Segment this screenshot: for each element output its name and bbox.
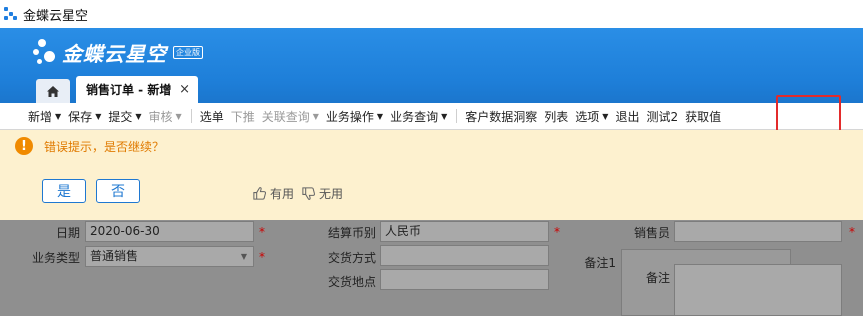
delivery-place-label: 交货地点 bbox=[327, 275, 376, 289]
home-icon bbox=[47, 85, 59, 97]
required-mark: * bbox=[554, 225, 560, 239]
caret-down-icon[interactable]: ▼ bbox=[135, 112, 141, 121]
no-button[interactable]: 否 bbox=[96, 179, 140, 203]
caret-down-icon[interactable]: ▼ bbox=[377, 112, 383, 121]
toolbar: 新增 ▼ 保存 ▼ 提交 ▼ 审核 ▼ 选单 下推 关联查询 ▼ 业务操作 ▼ 业务查询 ▼ 客户数据洞察 列表选… bbox=[0, 103, 863, 130]
tab-sales-order-new[interactable]: 销售订单 - 新增 × bbox=[76, 76, 198, 103]
toolbar-item[interactable]: 审核 ▼ bbox=[149, 103, 182, 130]
thumbs-down-icon bbox=[302, 187, 315, 200]
required-mark: * bbox=[259, 250, 265, 264]
delivery-method-label: 交货方式 bbox=[327, 251, 376, 265]
kingdee-app-icon bbox=[4, 7, 18, 21]
toolbar-item[interactable]: 退出 bbox=[615, 103, 639, 130]
toolbar-item[interactable]: 客户数据洞察 bbox=[465, 103, 537, 130]
brand-logo: 金蝶云星空 企业版 bbox=[32, 34, 203, 70]
biztype-select[interactable]: 普通销售 ▼ bbox=[85, 246, 254, 267]
toolbar-item[interactable]: 选项 ▼ bbox=[575, 103, 608, 130]
toolbar-item-label: 退出 bbox=[615, 109, 640, 124]
toolbar-item-label: 审核 bbox=[148, 109, 173, 124]
toolbar-item[interactable]: 下推 bbox=[231, 103, 255, 130]
biztype-label: 业务类型 bbox=[31, 251, 80, 265]
toolbar-item-label: 选单 bbox=[199, 109, 224, 124]
toolbar-item-label: 客户数据洞察 bbox=[465, 109, 538, 124]
note-textarea[interactable] bbox=[674, 264, 842, 316]
currency-label: 结算币别 bbox=[327, 226, 376, 240]
message-text: 错误提示，是否继续？ bbox=[44, 140, 165, 154]
toolbar-item-label: 业务查询 bbox=[390, 109, 439, 124]
caret-down-icon[interactable]: ▼ bbox=[602, 112, 608, 121]
currency-field[interactable]: 人民币 bbox=[380, 221, 549, 242]
message-panel: ! 错误提示，是否继续？ 是 否 有用 无用 bbox=[0, 130, 863, 220]
note1-label: 备注1 bbox=[584, 256, 616, 270]
toolbar-item-label: 提交 bbox=[108, 109, 133, 124]
tab-home[interactable] bbox=[36, 79, 70, 103]
delivery-place-field[interactable] bbox=[380, 269, 549, 290]
chevron-down-icon: ▼ bbox=[240, 252, 247, 261]
toolbar-item[interactable]: 新增 ▼ bbox=[28, 103, 61, 130]
toolbar-item-label: 保存 bbox=[68, 109, 93, 124]
caret-down-icon[interactable]: ▼ bbox=[95, 112, 101, 121]
form-area: 日期 2020-06-30 * 业务类型 普通销售 ▼ * 结算币别 人民币 *… bbox=[0, 220, 863, 316]
app-header: 金蝶云星空 企业版 销售订单 - 新增 × bbox=[0, 28, 863, 103]
toolbar-item[interactable]: 获取值 bbox=[685, 103, 721, 130]
tab-label: 销售订单 - 新增 bbox=[86, 83, 172, 97]
brand-name: 金蝶云星空 bbox=[62, 41, 167, 66]
tab-strip: 销售订单 - 新增 × bbox=[0, 76, 863, 103]
caret-down-icon[interactable]: ▼ bbox=[176, 112, 182, 121]
toolbar-item[interactable]: 选单 bbox=[200, 103, 224, 130]
delivery-method-field[interactable] bbox=[380, 245, 549, 266]
note-label: 备注 bbox=[645, 271, 670, 285]
toolbar-item[interactable]: 保存 ▼ bbox=[68, 103, 101, 130]
useless-feedback[interactable]: 无用 bbox=[301, 185, 343, 202]
caret-down-icon[interactable]: ▼ bbox=[313, 112, 319, 121]
caret-down-icon[interactable]: ▼ bbox=[441, 112, 447, 121]
toolbar-item[interactable]: 列表 bbox=[544, 103, 568, 130]
date-label: 日期 bbox=[55, 226, 80, 240]
yes-button[interactable]: 是 bbox=[42, 179, 86, 203]
toolbar-item-label: 列表 bbox=[544, 109, 569, 124]
useful-feedback[interactable]: 有用 bbox=[252, 185, 294, 202]
toolbar-item[interactable]: 业务查询 ▼ bbox=[390, 103, 447, 130]
toolbar-item-label: 关联查询 bbox=[261, 109, 310, 124]
toolbar-item-label: 测试2 bbox=[646, 109, 679, 124]
required-mark: * bbox=[259, 225, 265, 239]
toolbar-item-label: 业务操作 bbox=[325, 109, 374, 124]
toolbar-item[interactable]: 测试2 bbox=[646, 103, 678, 130]
toolbar-separator bbox=[190, 109, 192, 123]
date-field[interactable]: 2020-06-30 bbox=[85, 221, 254, 242]
toolbar-item-label: 下推 bbox=[230, 109, 255, 124]
toolbar-item-label: 获取值 bbox=[685, 109, 722, 124]
salesman-field[interactable] bbox=[674, 221, 842, 242]
close-icon[interactable]: × bbox=[179, 82, 190, 97]
toolbar-item[interactable]: 业务操作 ▼ bbox=[326, 103, 383, 130]
toolbar-item-label: 新增 bbox=[28, 109, 53, 124]
biztype-value: 普通销售 bbox=[90, 249, 139, 263]
toolbar-item-label: 选项 bbox=[575, 109, 600, 124]
toolbar-separator bbox=[456, 109, 458, 123]
thumbs-up-icon bbox=[253, 187, 266, 200]
required-mark: * bbox=[849, 225, 855, 239]
useless-label: 无用 bbox=[319, 187, 344, 201]
toolbar-item[interactable]: 关联查询 ▼ bbox=[262, 103, 319, 130]
useful-label: 有用 bbox=[270, 187, 295, 201]
window-titlebar: 金蝶云星空 bbox=[0, 0, 863, 28]
window-title: 金蝶云星空 bbox=[23, 8, 89, 24]
edition-badge: 企业版 bbox=[173, 45, 203, 59]
logo-dots-icon bbox=[32, 37, 60, 67]
salesman-label: 销售员 bbox=[633, 226, 670, 240]
caret-down-icon[interactable]: ▼ bbox=[55, 112, 61, 121]
toolbar-item[interactable]: 提交 ▼ bbox=[108, 103, 141, 130]
warning-icon: ! bbox=[15, 137, 33, 155]
